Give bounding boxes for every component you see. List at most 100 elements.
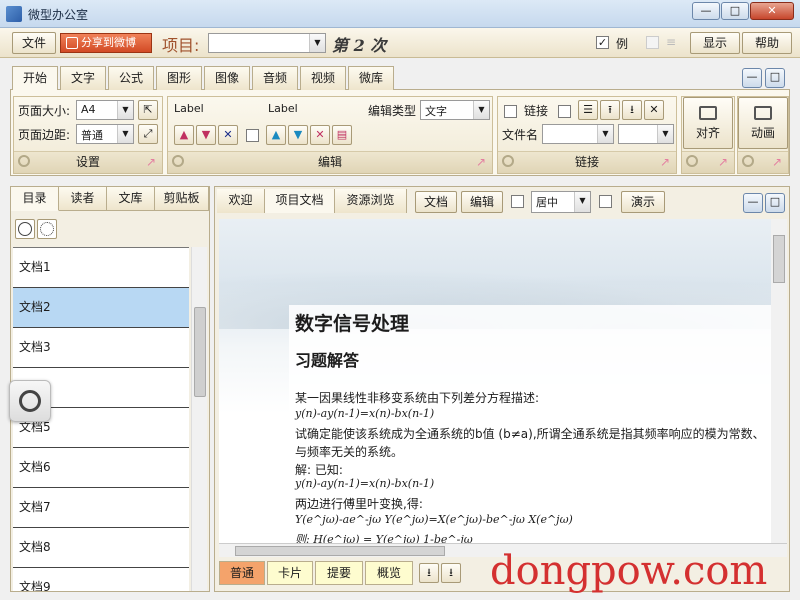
minimize-button[interactable]: — — [692, 2, 720, 20]
tab-library[interactable]: 文库 — [107, 187, 155, 211]
help-button[interactable]: 帮助 — [742, 32, 792, 54]
tab-video[interactable]: 视频 — [300, 66, 346, 90]
doc-line: 某一因果线性非移变系统由下列差分方程描述: — [295, 391, 540, 405]
expand-icon[interactable]: ↗ — [770, 155, 784, 169]
tab-welcome[interactable]: 欢迎 — [217, 189, 265, 213]
settings-group: 页面大小: A4 ▼ ⇱ 页面边距: 普通 ▼ ⤢ 设置 ↗ — [13, 96, 163, 174]
doc-button[interactable]: 文档 — [415, 191, 457, 213]
insert-below-icon[interactable]: ▼ — [288, 125, 308, 145]
project-select[interactable]: ▼ — [208, 33, 326, 53]
align-select[interactable]: 居中 ▼ — [531, 191, 591, 213]
share-weibo-button[interactable]: 分享到微博 — [60, 33, 152, 53]
view-summary[interactable]: 提要 — [315, 561, 363, 585]
list-icon[interactable]: ☰ — [578, 100, 598, 120]
page-size-label: 页面大小: — [18, 104, 71, 118]
floating-circle-button[interactable] — [9, 380, 51, 422]
dotted-circle-tool-button[interactable] — [37, 219, 57, 239]
doc-subtitle: 习题解答 — [295, 351, 360, 370]
top-toolbar: 文件 分享到微博 项目: ▼ 第 2 次 ✓ 例 ≡ 显示 帮助 — [0, 28, 800, 58]
show-button[interactable]: 显示 — [690, 32, 740, 54]
close-button[interactable]: ✕ — [750, 2, 794, 20]
import-icon[interactable]: ⭳ — [419, 563, 439, 583]
doc-line: 与频率无关的系统。 — [295, 445, 404, 459]
filename-select[interactable]: ▼ — [542, 124, 614, 144]
remove-icon[interactable]: ✕ — [310, 125, 330, 145]
document-vertical-scrollbar[interactable] — [771, 219, 787, 543]
page-margin-select[interactable]: 普通 ▼ — [76, 124, 134, 144]
ribbon-minimize-button[interactable]: — — [742, 68, 762, 88]
list-item[interactable]: 文档7 — [13, 488, 189, 528]
ribbon-restore-button[interactable]: □ — [765, 68, 785, 88]
align-button[interactable]: 对齐 — [683, 97, 733, 149]
expand-icon[interactable]: ↗ — [716, 155, 730, 169]
example-checkbox[interactable]: ✓ — [596, 36, 609, 49]
list-item[interactable]: 文档3 — [13, 328, 189, 368]
document-view[interactable]: 数字信号处理 习题解答 某一因果线性非移变系统由下列差分方程描述: y(n)-a… — [219, 219, 771, 543]
unlink-icon[interactable]: ✕ — [644, 100, 664, 120]
list-item[interactable]: 文档1 — [13, 248, 189, 288]
tab-resource-browse[interactable]: 资源浏览 — [335, 189, 407, 213]
note-icon[interactable]: ▤ — [332, 125, 352, 145]
fit-icon[interactable]: ⤢ — [138, 124, 158, 144]
list-item[interactable]: 文档6 — [13, 448, 189, 488]
tab-formula[interactable]: 公式 — [108, 66, 154, 90]
expand-icon[interactable]: ↗ — [474, 155, 488, 169]
present-checkbox[interactable] — [599, 195, 612, 208]
link-group: 链接 ☰ ⭱ ⭳ ✕ 文件名 ▼ ▼ 链接 ↗ — [497, 96, 677, 174]
file-button[interactable]: 文件 — [12, 32, 56, 54]
align-group: 对齐 ↗ — [681, 96, 735, 174]
resize-icon[interactable]: ⇱ — [138, 100, 158, 120]
list-item[interactable]: 文档8 — [13, 528, 189, 568]
align-checkbox[interactable] — [511, 195, 524, 208]
file-type-select[interactable]: ▼ — [618, 124, 674, 144]
edit-type-select[interactable]: 文字 ▼ — [420, 100, 490, 120]
edit-checkbox[interactable] — [246, 129, 259, 142]
move-up-icon[interactable]: ▲ — [174, 125, 194, 145]
scrollbar-thumb[interactable] — [773, 235, 785, 283]
view-overview[interactable]: 概览 — [365, 561, 413, 585]
tab-library[interactable]: 微库 — [348, 66, 394, 90]
edit-group: Label Label 编辑类型 文字 ▼ ▲ ▼ ✕ ▲ ▼ ✕ ▤ 编辑 ↗ — [167, 96, 493, 174]
app-icon — [6, 6, 22, 22]
align-icon — [699, 106, 717, 120]
list-item[interactable]: 文档9 — [13, 568, 189, 591]
view-card[interactable]: 卡片 — [267, 561, 313, 585]
dotted-circle-icon — [40, 222, 54, 236]
window-title: 微型办公室 — [28, 8, 89, 22]
tab-project-docs[interactable]: 项目文档 — [265, 189, 335, 213]
scrollbar-thumb[interactable] — [194, 307, 206, 397]
tab-text[interactable]: 文字 — [60, 66, 106, 90]
upload-icon[interactable]: ⭱ — [600, 100, 620, 120]
panel-minimize-button[interactable]: — — [743, 193, 763, 213]
link-checkbox[interactable] — [504, 105, 517, 118]
move-down-icon[interactable]: ▼ — [196, 125, 216, 145]
tab-clipboard[interactable]: 剪贴板 — [155, 187, 209, 211]
tab-graphics[interactable]: 图形 — [156, 66, 202, 90]
align-group-footer: ↗ — [682, 151, 734, 173]
expand-icon[interactable]: ↗ — [658, 155, 672, 169]
share-icon — [66, 37, 78, 49]
animation-button[interactable]: 动画 — [738, 97, 788, 149]
tab-audio[interactable]: 音频 — [252, 66, 298, 90]
animation-icon — [754, 106, 772, 120]
circle-tool-button[interactable] — [15, 219, 35, 239]
edit-button[interactable]: 编辑 — [461, 191, 503, 213]
scrollbar-thumb[interactable] — [235, 546, 445, 556]
tab-image[interactable]: 图像 — [204, 66, 250, 90]
export-icon[interactable]: ⭳ — [441, 563, 461, 583]
delete-icon[interactable]: ✕ — [218, 125, 238, 145]
list-item[interactable]: 文档2 — [13, 288, 189, 328]
panel-restore-button[interactable]: □ — [765, 193, 785, 213]
tab-start[interactable]: 开始 — [12, 66, 58, 91]
expand-icon[interactable]: ↗ — [144, 155, 158, 169]
insert-above-icon[interactable]: ▲ — [266, 125, 286, 145]
tab-readers[interactable]: 读者 — [59, 187, 107, 211]
link-option-checkbox[interactable] — [558, 105, 571, 118]
download-icon[interactable]: ⭳ — [622, 100, 642, 120]
present-button[interactable]: 演示 — [621, 191, 665, 213]
maximize-button[interactable]: □ — [721, 2, 749, 20]
document-list-scrollbar[interactable] — [191, 247, 207, 591]
page-size-select[interactable]: A4 ▼ — [76, 100, 134, 120]
tab-catalog[interactable]: 目录 — [11, 187, 59, 211]
view-normal[interactable]: 普通 — [219, 561, 265, 585]
